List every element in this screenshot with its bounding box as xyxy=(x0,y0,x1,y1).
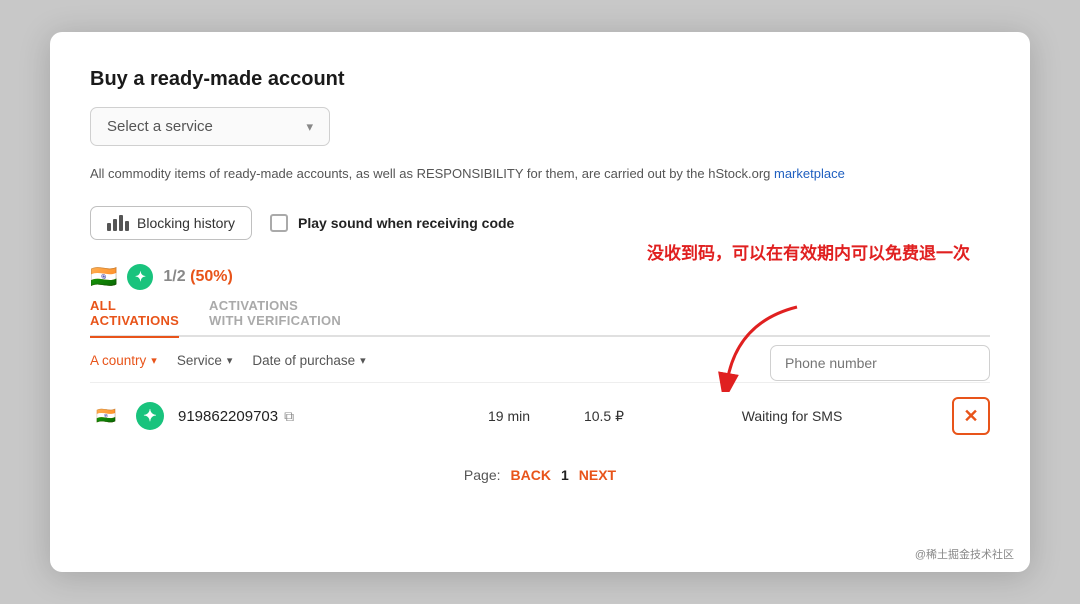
toolbar: Blocking history Play sound when receivi… xyxy=(90,206,990,240)
page-label: Page: xyxy=(464,467,501,483)
service-filter-label: Service xyxy=(177,353,222,368)
phone-number-input[interactable] xyxy=(770,345,990,381)
sound-toggle-label: Play sound when receiving code xyxy=(298,215,514,231)
date-filter-button[interactable]: Date of purchase ▾ xyxy=(252,353,365,368)
cancel-button[interactable]: ✕ xyxy=(952,397,990,435)
bar-chart-icon xyxy=(107,215,129,231)
chatgpt-service-icon: ✦ xyxy=(127,264,153,290)
tabs-row: ALLACTIVATIONS ACTIVATIONSWITH VERIFICAT… xyxy=(90,298,990,338)
annotation-text: 没收到码，可以在有效期内可以免费退一次 xyxy=(647,242,970,266)
stats-row: 🇮🇳 ✦ 1/2 (50%) xyxy=(90,264,990,290)
copy-icon[interactable]: ⧉ xyxy=(284,408,294,425)
row-phone: 919862209703 ⧉ xyxy=(178,408,454,425)
select-service-label: Select a service xyxy=(107,118,213,135)
select-service-dropdown[interactable]: Select a service ▾ xyxy=(90,107,330,146)
chevron-down-icon: ▾ xyxy=(306,119,313,135)
marketplace-link[interactable]: marketplace xyxy=(774,166,845,181)
disclaimer-text: All commodity items of ready-made accoun… xyxy=(90,164,990,184)
annotation-overlay: 没收到码，可以在有效期内可以免费退一次 xyxy=(647,242,970,266)
blocking-history-label: Blocking history xyxy=(137,215,235,231)
row-service-icon: ✦ xyxy=(132,402,168,430)
row-status: Waiting for SMS xyxy=(654,408,930,424)
row-flag: 🇮🇳 xyxy=(90,406,122,426)
chatgpt-row-icon: ✦ xyxy=(136,402,164,430)
page-title: Buy a ready-made account xyxy=(90,68,990,91)
row-time: 19 min xyxy=(464,408,554,424)
india-flag-icon: 🇮🇳 xyxy=(90,266,117,288)
india-flag-row-icon: 🇮🇳 xyxy=(96,406,116,426)
current-page: 1 xyxy=(561,467,569,483)
watermark: @稀土掘金技术社区 xyxy=(915,546,1014,562)
country-chevron-icon: ▾ xyxy=(151,354,157,367)
row-action: ✕ xyxy=(940,397,990,435)
date-filter-label: Date of purchase xyxy=(252,353,355,368)
stats-count: 1/2 (50%) xyxy=(163,268,232,286)
main-window: Buy a ready-made account Select a servic… xyxy=(50,32,1030,572)
blocking-history-button[interactable]: Blocking history xyxy=(90,206,252,240)
country-filter-button[interactable]: A country ▾ xyxy=(90,353,157,368)
tab-all-activations[interactable]: ALLACTIVATIONS xyxy=(90,298,179,338)
sound-checkbox[interactable] xyxy=(270,214,288,232)
next-page-button[interactable]: NEXT xyxy=(579,467,616,483)
filters-row: A country ▾ Service ▾ Date of purchase ▾ xyxy=(90,353,990,368)
back-page-button[interactable]: BACK xyxy=(511,467,551,483)
country-filter-label: A country xyxy=(90,353,146,368)
table-row: 🇮🇳 ✦ 919862209703 ⧉ 19 min 10.5 ₽ Waitin… xyxy=(90,382,990,449)
row-price: 10.5 ₽ xyxy=(564,408,644,425)
tab-activations-with-verification[interactable]: ACTIVATIONSWITH VERIFICATION xyxy=(209,298,341,338)
pagination: Page: BACK 1 NEXT xyxy=(90,467,990,483)
service-filter-button[interactable]: Service ▾ xyxy=(177,353,233,368)
service-chevron-icon: ▾ xyxy=(227,354,233,367)
sound-toggle: Play sound when receiving code xyxy=(270,214,514,232)
phone-number-text: 919862209703 xyxy=(178,408,278,425)
date-chevron-icon: ▾ xyxy=(360,354,366,367)
